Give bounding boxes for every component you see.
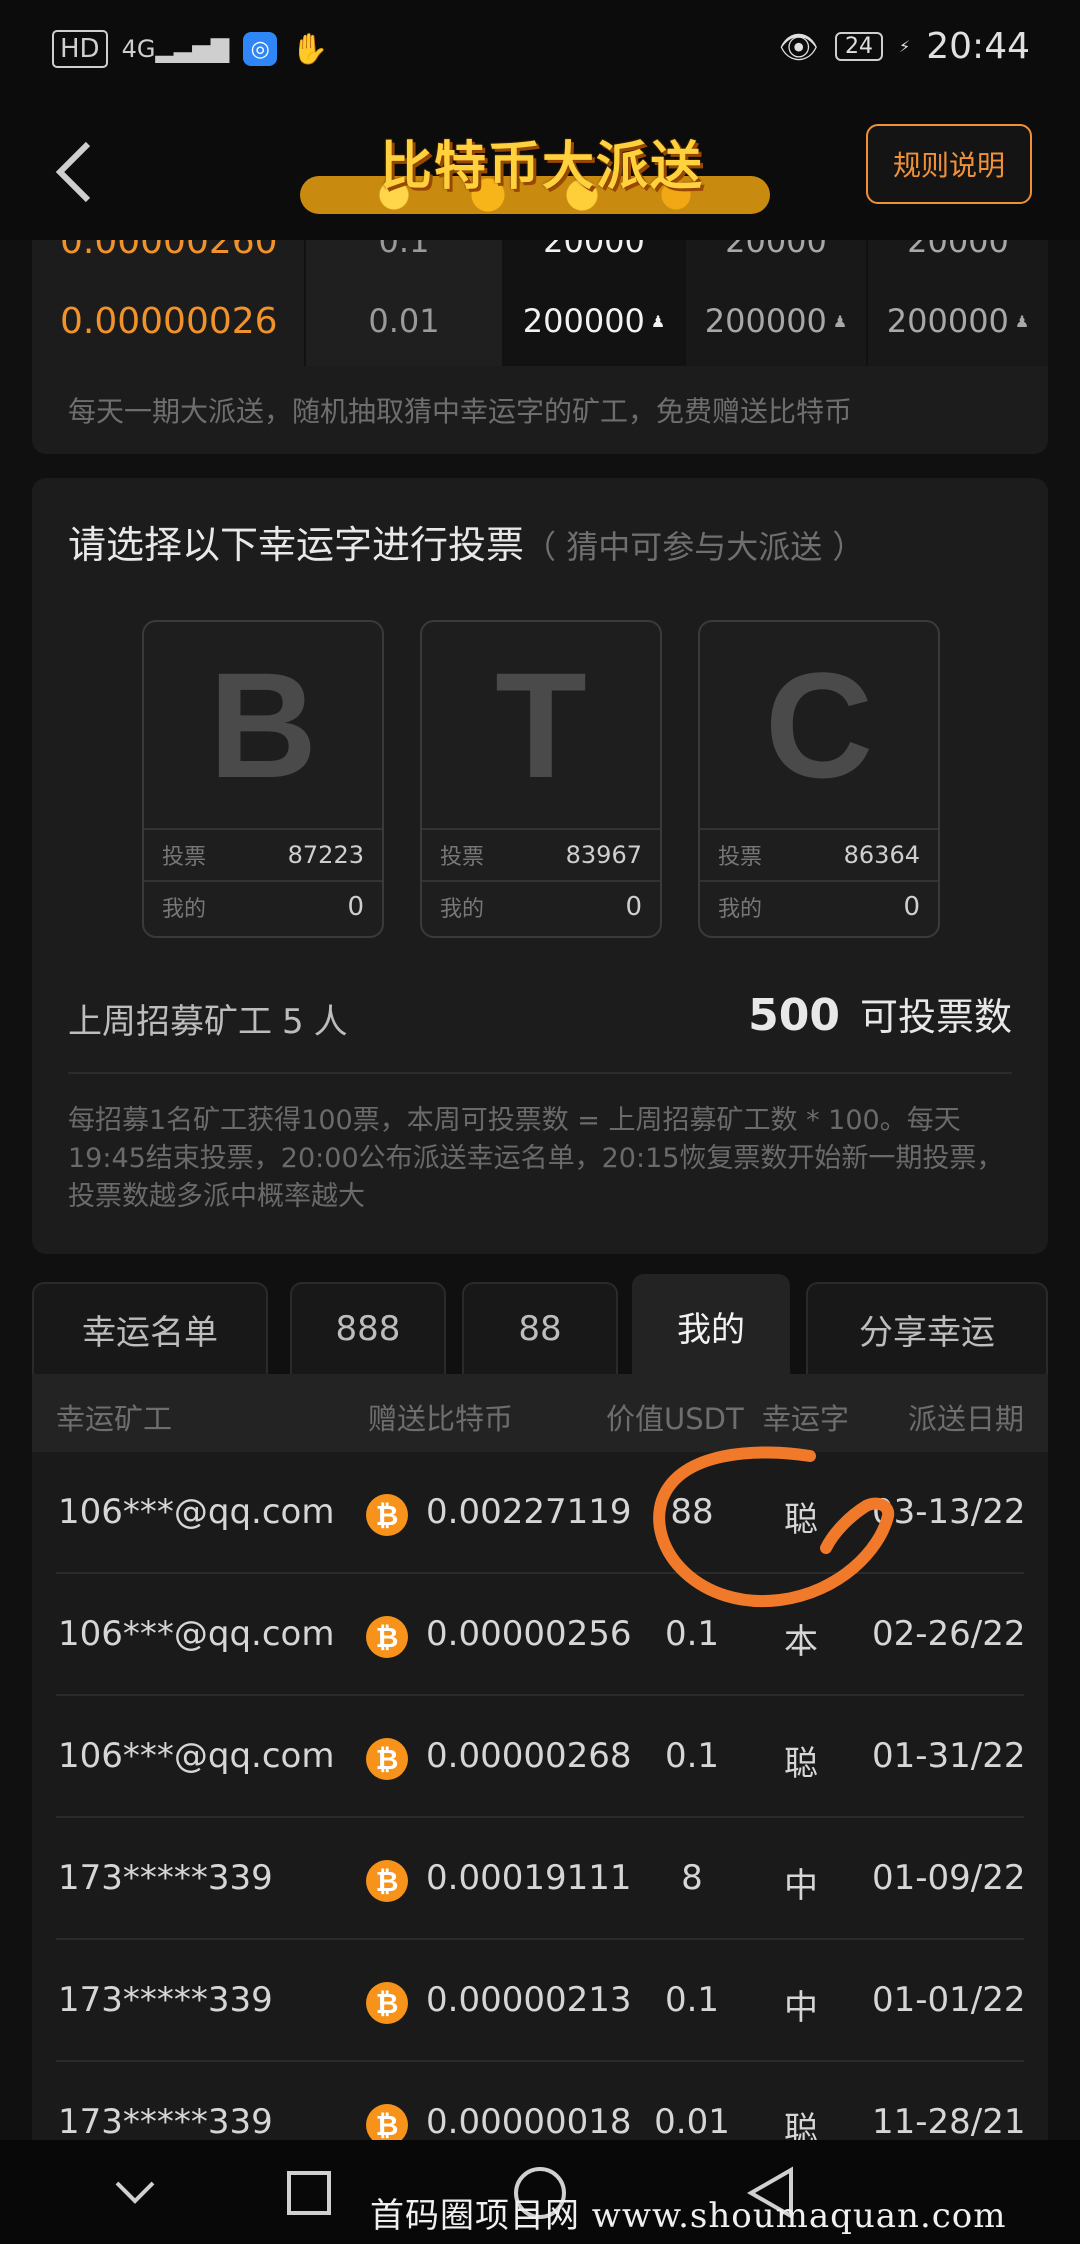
network-type: 4G [121, 35, 156, 63]
person-icon: ♟ [832, 311, 848, 331]
votes-row: 投票 87223 [144, 828, 382, 880]
tab-88[interactable]: 88 [462, 1282, 618, 1374]
lucky-letter: B [208, 640, 318, 809]
col-header-usdt: 价值USDT [606, 1402, 744, 1436]
giveaway-note: 每天一期大派送，随机抽取猜中幸运字的矿工，免费赠送比特币 [68, 395, 853, 428]
clock: 20:44 [926, 26, 1030, 67]
system-nav-bar: 首码圈项目网 www.shoumaquan.com [0, 2140, 1080, 2244]
tab-share-luck[interactable]: 分享幸运 [806, 1282, 1048, 1374]
col-header-miner: 幸运矿工 [56, 1402, 173, 1436]
bitcoin-icon: ₿ [366, 1860, 408, 1902]
vote-card-b[interactable]: B 投票 87223 我的 0 [142, 620, 384, 938]
vote-panel: 请选择以下幸运字进行投票（ 猜中可参与大派送 ） B 投票 87223 我的 0 T… [32, 478, 1048, 1254]
app-header: 比特币大派送 规则说明 [0, 100, 1080, 240]
list-item: 106***@qq.com ₿ 0.00227119 88 聪 03-13/22 [32, 1452, 1048, 1574]
count-cell: 200000 ♟ [868, 276, 1048, 366]
reward-table: 0.00000260 0.1 20000 20000 20000 0.00000… [32, 240, 1048, 454]
status-bar: HD 4G▂▃▅▇ ◎ ✋ 👁 24 ⚡ 20:44 [0, 0, 1080, 100]
count-cell: 200000 ♟ [504, 276, 686, 366]
bitcoin-icon: ₿ [366, 1982, 408, 2024]
divider [68, 1072, 1012, 1074]
signal-icon: 4G▂▃▅▇ [121, 35, 230, 63]
chevron-left-icon [55, 141, 91, 203]
page-title: 比特币大派送 [380, 137, 705, 197]
btc-cell: 0.00000260 [32, 240, 306, 276]
recent-apps-button[interactable] [274, 2158, 344, 2228]
bitcoin-icon: ₿ [366, 1494, 408, 1536]
reward-row: 0.00000026 0.01 200000 ♟ 200000 ♟ 200000 ♟ [32, 276, 1048, 366]
col-header-char: 幸运字 [762, 1402, 850, 1436]
usdt-cell: 0.01 [306, 276, 504, 366]
hand-icon: ✋ [291, 31, 329, 67]
rules-button[interactable]: 规则说明 [866, 124, 1032, 204]
usdt-cell: 0.1 [306, 240, 504, 276]
chevron-down-icon[interactable] [100, 2158, 170, 2228]
count-cell: 200000 ♟ [686, 276, 868, 366]
battery-icon: 24 [835, 32, 884, 61]
promo-banner: 比特币大派送 [280, 118, 800, 224]
vote-title: 请选择以下幸运字进行投票（ 猜中可参与大派送 ） [68, 523, 865, 567]
list-item: 106***@qq.com ₿ 0.00000256 0.1 本 02-26/2… [32, 1574, 1048, 1696]
count-cell: 20000 [504, 240, 686, 276]
tab-lucky-list[interactable]: 幸运名单 [32, 1282, 268, 1374]
person-icon: ♟ [650, 311, 666, 331]
lucky-letter: C [764, 640, 874, 809]
hd-indicator: HD [52, 30, 108, 68]
count-cell: 20000 [686, 240, 868, 276]
list-item: 173*****339 ₿ 0.00019111 8 中 01-09/22 [32, 1818, 1048, 1940]
charging-icon: ⚡ [899, 37, 911, 56]
col-header-btc: 赠送比特币 [368, 1402, 514, 1436]
mine-row: 我的 0 [422, 880, 660, 932]
list-item: 106***@qq.com ₿ 0.00000268 0.1 聪 01-31/2… [32, 1696, 1048, 1818]
col-header-date: 派送日期 [908, 1402, 1025, 1436]
tab-888[interactable]: 888 [290, 1282, 446, 1374]
vote-card-c[interactable]: C 投票 86364 我的 0 [698, 620, 940, 938]
btc-cell: 0.00000026 [32, 276, 306, 366]
winner-list: 幸运矿工 赠送比特币 价值USDT 幸运字 派送日期 106***@qq.com… [32, 1374, 1048, 2208]
mine-row: 我的 0 [700, 880, 938, 932]
mine-row: 我的 0 [144, 880, 382, 932]
watermark: 首码圈项目网 www.shoumaquan.com [370, 2196, 1007, 2236]
vote-rules-note: 每招募1名矿工获得100票，本周可投票数 = 上周招募矿工数 * 100。每天1… [68, 1105, 1004, 1212]
list-item: 173*****339 ₿ 0.00000213 0.1 中 01-01/22 [32, 1940, 1048, 2062]
tab-mine[interactable]: 我的 [632, 1274, 790, 1376]
votes-row: 投票 83967 [422, 828, 660, 880]
app-notification-icon: ◎ [243, 32, 278, 66]
reward-row-partial: 0.00000260 0.1 20000 20000 20000 [32, 240, 1048, 276]
eye-icon: 👁 [778, 27, 820, 66]
recruit-count: 上周招募矿工 5 人 [68, 1002, 348, 1042]
lucky-letter: T [495, 640, 587, 809]
vote-card-t[interactable]: T 投票 83967 我的 0 [420, 620, 662, 938]
list-header: 幸运矿工 赠送比特币 价值USDT 幸运字 派送日期 [32, 1374, 1048, 1452]
votable-count: 500 可投票数 [748, 990, 1012, 1041]
back-button[interactable] [44, 132, 104, 212]
vote-subtitle: （ 猜中可参与大派送 ） [524, 528, 865, 566]
count-cell: 20000 [868, 240, 1048, 276]
person-icon: ♟ [1014, 311, 1030, 331]
bitcoin-icon: ₿ [366, 1616, 408, 1658]
votes-row: 投票 86364 [700, 828, 938, 880]
bitcoin-icon: ₿ [366, 1738, 408, 1780]
